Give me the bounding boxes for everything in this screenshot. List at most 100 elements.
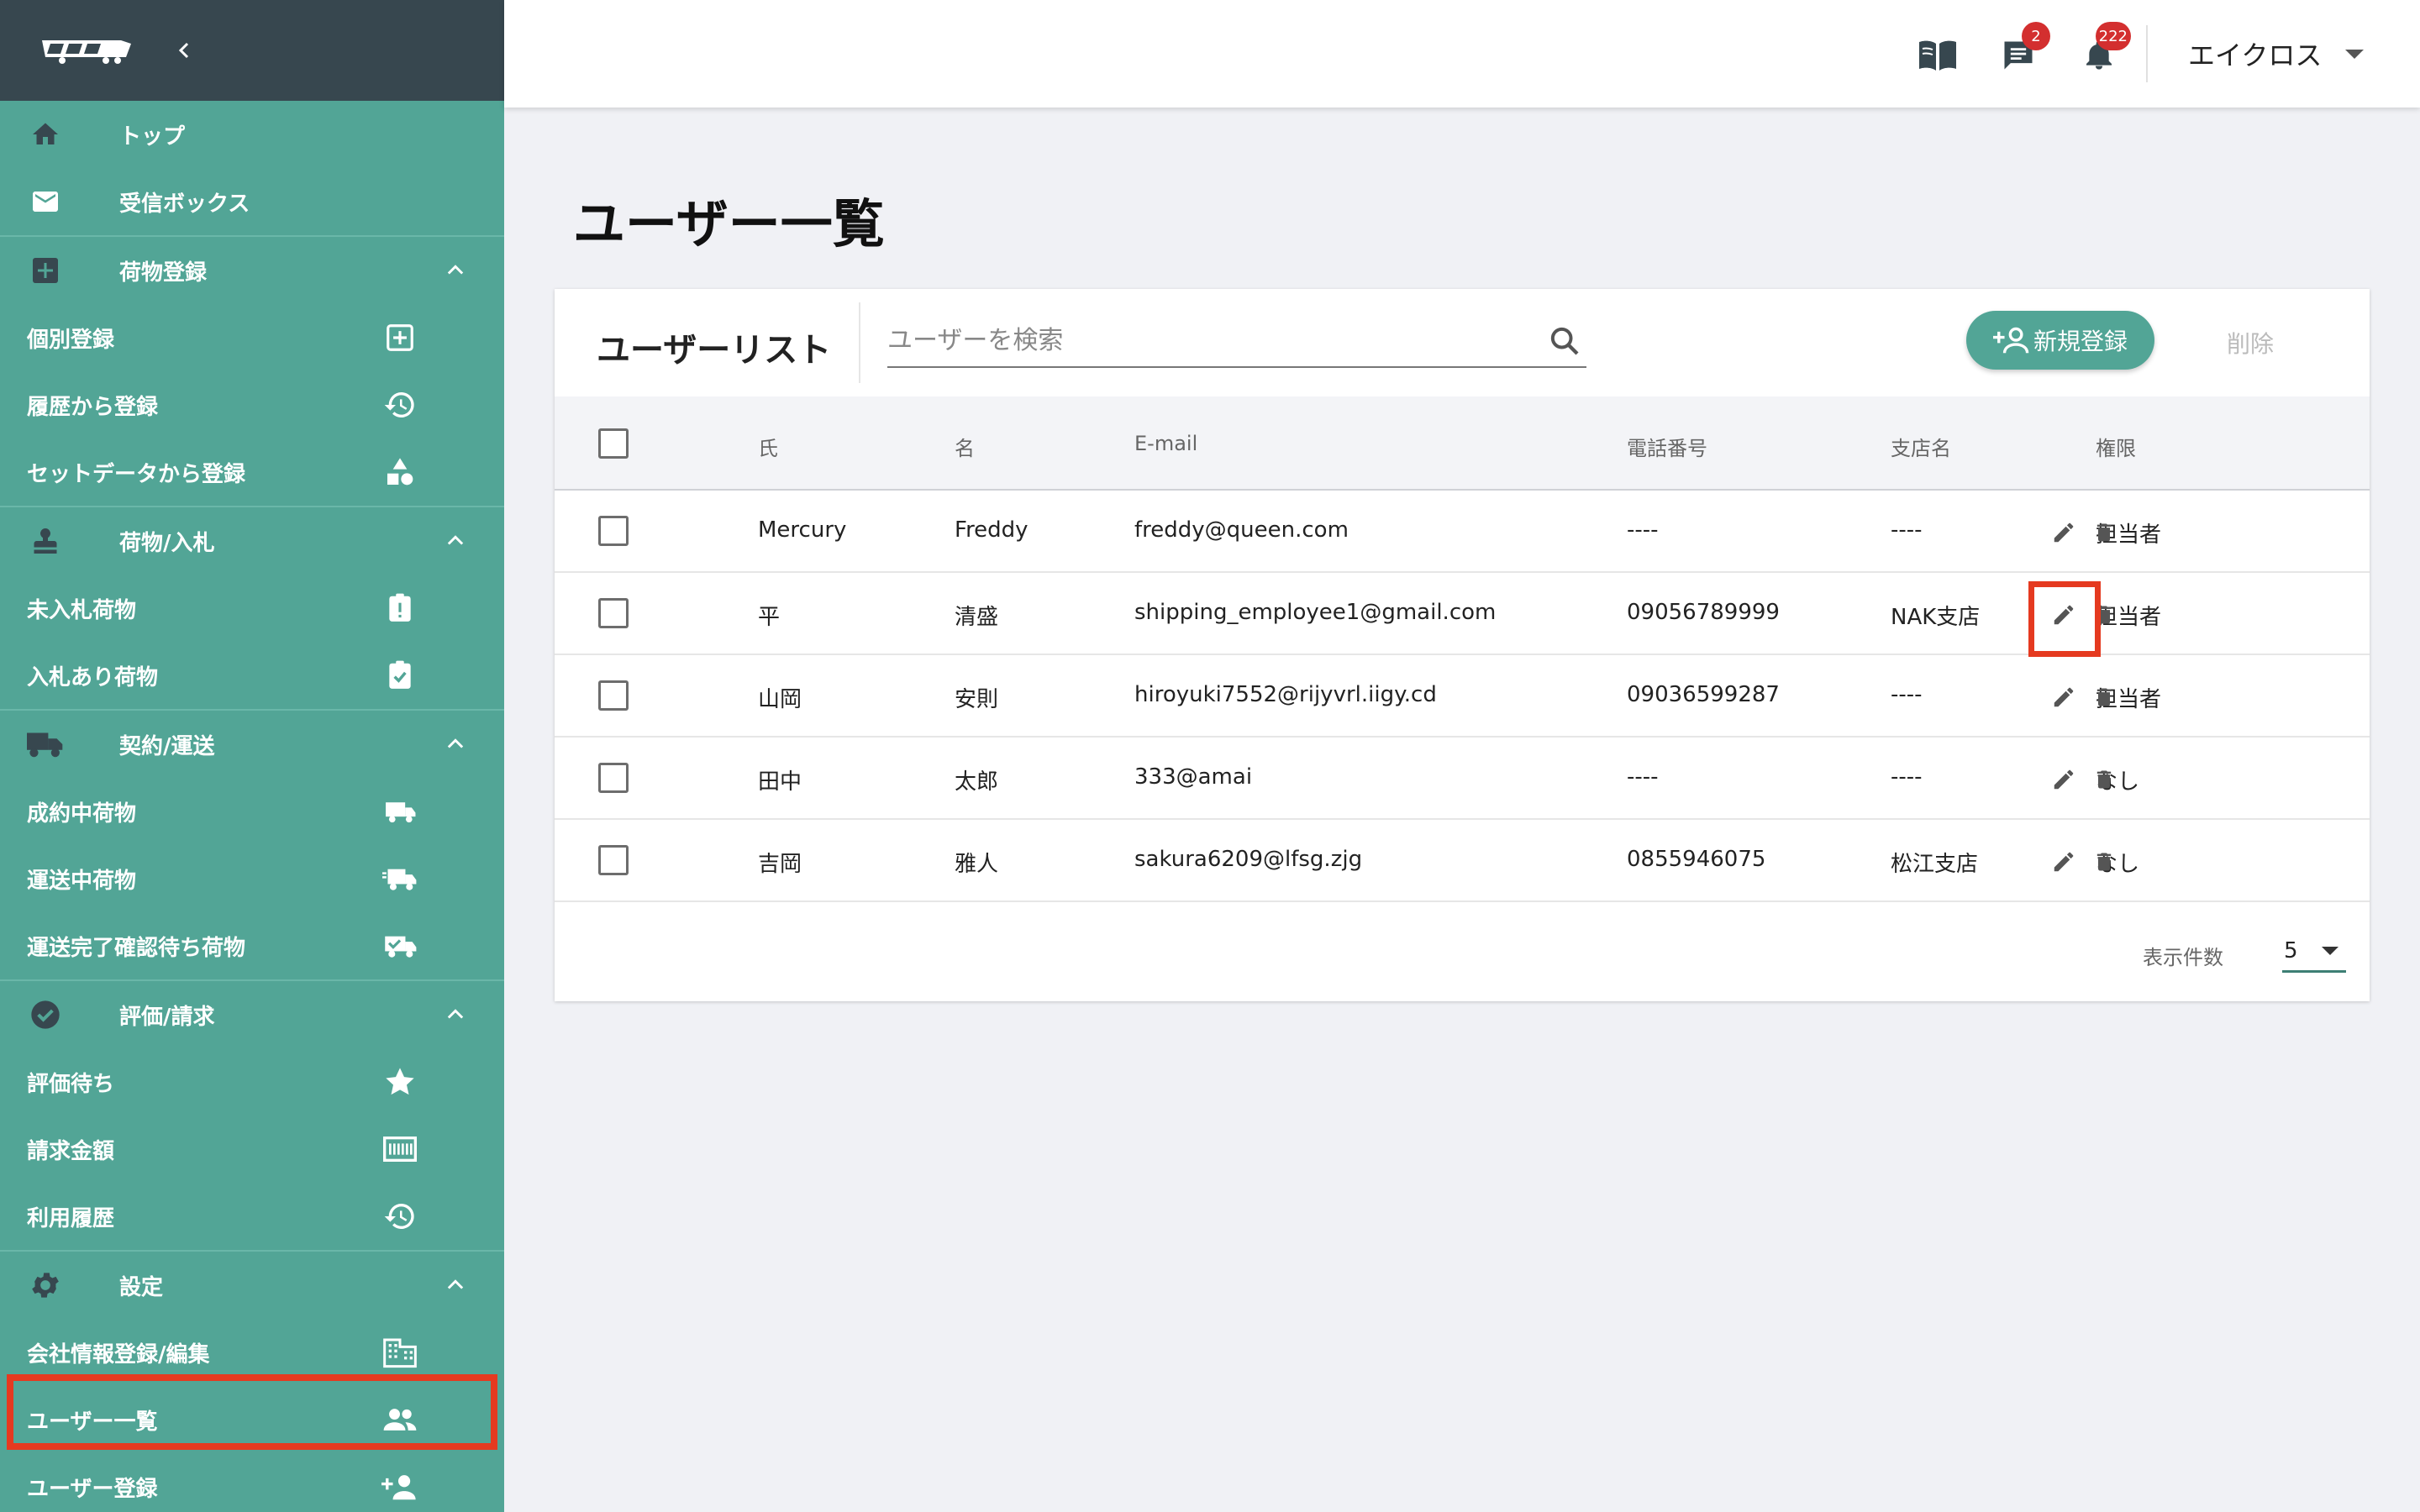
sidebar-item-company-info[interactable]: 会社情報登録/編集 [0,1319,504,1386]
select-all-checkbox[interactable] [598,428,629,459]
sidebar-item-label: 受信ボックス [119,191,250,217]
add-user-button-label: 新規登録 [2033,328,2128,355]
row-checkbox[interactable] [598,680,629,711]
sidebar-item-user-list[interactable]: ユーザー一覧 [0,1386,504,1453]
delete-button[interactable]: 削除 [2227,326,2274,360]
title-divider [859,302,860,383]
cell-branch: ---- [1891,764,1923,790]
building-icon [380,1332,420,1373]
trash-icon[interactable] [2087,680,2121,714]
column-header-branch: 支店名 [1891,437,1951,460]
sidebar-item-label: トップ [119,123,186,150]
table-row: 吉岡 雅人 sakura6209@lfsg.zjg 0855946075 松江支… [555,820,2370,902]
sidebar-item-label: 運送中荷物 [27,868,137,894]
check-circle-icon [25,995,66,1035]
chevron-left-icon[interactable] [168,34,202,67]
cell-branch: 松江支店 [1891,852,1979,877]
sidebar-item-user-registration[interactable]: ユーザー登録 [0,1453,504,1512]
row-checkbox[interactable] [598,845,629,875]
clipboard-alert-icon [380,588,420,628]
clipboard-check-icon [380,655,420,696]
table-row: Mercury Freddy freddy@queen.com ---- ---… [555,491,2370,573]
person-add-icon [380,1467,420,1507]
sidebar-section-contract-transport[interactable]: 契約/運送 [0,711,504,778]
sidebar-section-cargo-bidding[interactable]: 荷物/入札 [0,507,504,575]
edit-icon[interactable] [2047,680,2081,714]
search-icon[interactable] [1546,323,1583,360]
history-icon [380,1196,420,1236]
chevron-up-icon[interactable] [437,726,474,763]
sidebar-section-rating-billing[interactable]: 評価/請求 [0,981,504,1048]
bell-icon[interactable]: 222 [2077,22,2131,77]
sidebar-section-settings[interactable]: 設定 [0,1252,504,1319]
notifications-badge: 222 [2095,22,2131,50]
cell-phone: 09036599287 [1627,682,1780,707]
sidebar-item-billing-amount[interactable]: 請求金額 [0,1116,504,1183]
rows-per-page-value: 5 [2284,937,2298,963]
add-user-button[interactable]: 新規登録 [1966,311,2154,370]
sidebar-item-inbox[interactable]: 受信ボックス [0,168,504,235]
cell-branch: NAK支店 [1891,605,1981,630]
star-icon [380,1062,420,1102]
sidebar-item-label: 成約中荷物 [27,801,137,827]
cell-email: sakura6209@lfsg.zjg [1134,847,1363,872]
message-icon[interactable]: 2 [1996,22,2050,77]
sidebar-item-individual-registration[interactable]: 個別登録 [0,304,504,371]
cell-branch: ---- [1891,517,1923,543]
edit-icon[interactable] [2047,845,2081,879]
row-checkbox[interactable] [598,763,629,793]
cell-email: hiroyuki7552@rijyvrl.iigy.cd [1134,682,1437,707]
person-add-icon [1992,327,2029,354]
cell-branch: ---- [1891,682,1923,707]
sidebar-item-label: 利用履歴 [27,1205,115,1231]
sidebar-item-register-from-set-data[interactable]: セットデータから登録 [0,438,504,506]
sidebar-item-label: 運送完了確認待ち荷物 [27,935,246,961]
sidebar-item-label: ユーザー一覧 [27,1409,158,1435]
company-menu[interactable]: エイクロス [2188,30,2365,77]
trash-icon[interactable] [2087,598,2121,632]
sidebar-item-bid-cargo[interactable]: 入札あり荷物 [0,642,504,709]
sidebar-item-awaiting-delivery-confirmation[interactable]: 運送完了確認待ち荷物 [0,912,504,979]
truck-small-icon [380,791,420,832]
header-divider [2146,25,2148,82]
sidebar-item-awaiting-rating[interactable]: 評価待ち [0,1048,504,1116]
chevron-up-icon[interactable] [437,996,474,1033]
column-header-last-name: 氏 [758,437,778,460]
cell-last-name: Mercury [758,517,847,543]
row-checkbox[interactable] [598,516,629,546]
sidebar-item-label: 個別登録 [27,327,115,353]
chevron-up-icon[interactable] [437,522,474,559]
caret-down-icon [2345,49,2365,59]
sidebar-item-top[interactable]: トップ [0,101,504,168]
sidebar-item-register-from-history[interactable]: 履歴から登録 [0,371,504,438]
trash-icon[interactable] [2087,516,2121,549]
table-row: 田中 太郎 333@amai ---- ---- なし [555,738,2370,820]
cell-first-name: 太郎 [955,769,999,795]
history-icon [380,385,420,425]
edit-icon[interactable] [2047,516,2081,549]
trash-icon[interactable] [2087,763,2121,796]
search-box [887,316,1586,368]
chevron-up-icon[interactable] [437,1267,474,1304]
sidebar-item-contracted-cargo[interactable]: 成約中荷物 [0,778,504,845]
sidebar-item-in-transit-cargo[interactable]: 運送中荷物 [0,845,504,912]
chevron-up-icon[interactable] [437,252,474,289]
truck-check-icon [380,926,420,966]
sidebar-item-label: 履歴から登録 [27,394,159,420]
sidebar-section-cargo-registration[interactable]: 荷物登録 [0,237,504,304]
search-input[interactable] [887,316,1526,365]
book-icon[interactable] [1916,34,1960,77]
trash-icon[interactable] [2087,845,2121,879]
edit-icon[interactable] [2047,598,2081,632]
shapes-icon [380,452,420,492]
rows-per-page-select[interactable]: 5 [2282,931,2346,973]
sidebar-item-label: 入札あり荷物 [27,664,159,690]
sidebar-item-usage-history[interactable]: 利用履歴 [0,1183,504,1250]
row-checkbox[interactable] [598,598,629,628]
sidebar-item-unbid-cargo[interactable]: 未入札荷物 [0,575,504,642]
brand-logo[interactable] [39,35,136,66]
edit-icon[interactable] [2047,763,2081,796]
people-icon [380,1399,420,1440]
cell-phone: 0855946075 [1627,847,1766,872]
stamp-icon [25,521,66,561]
